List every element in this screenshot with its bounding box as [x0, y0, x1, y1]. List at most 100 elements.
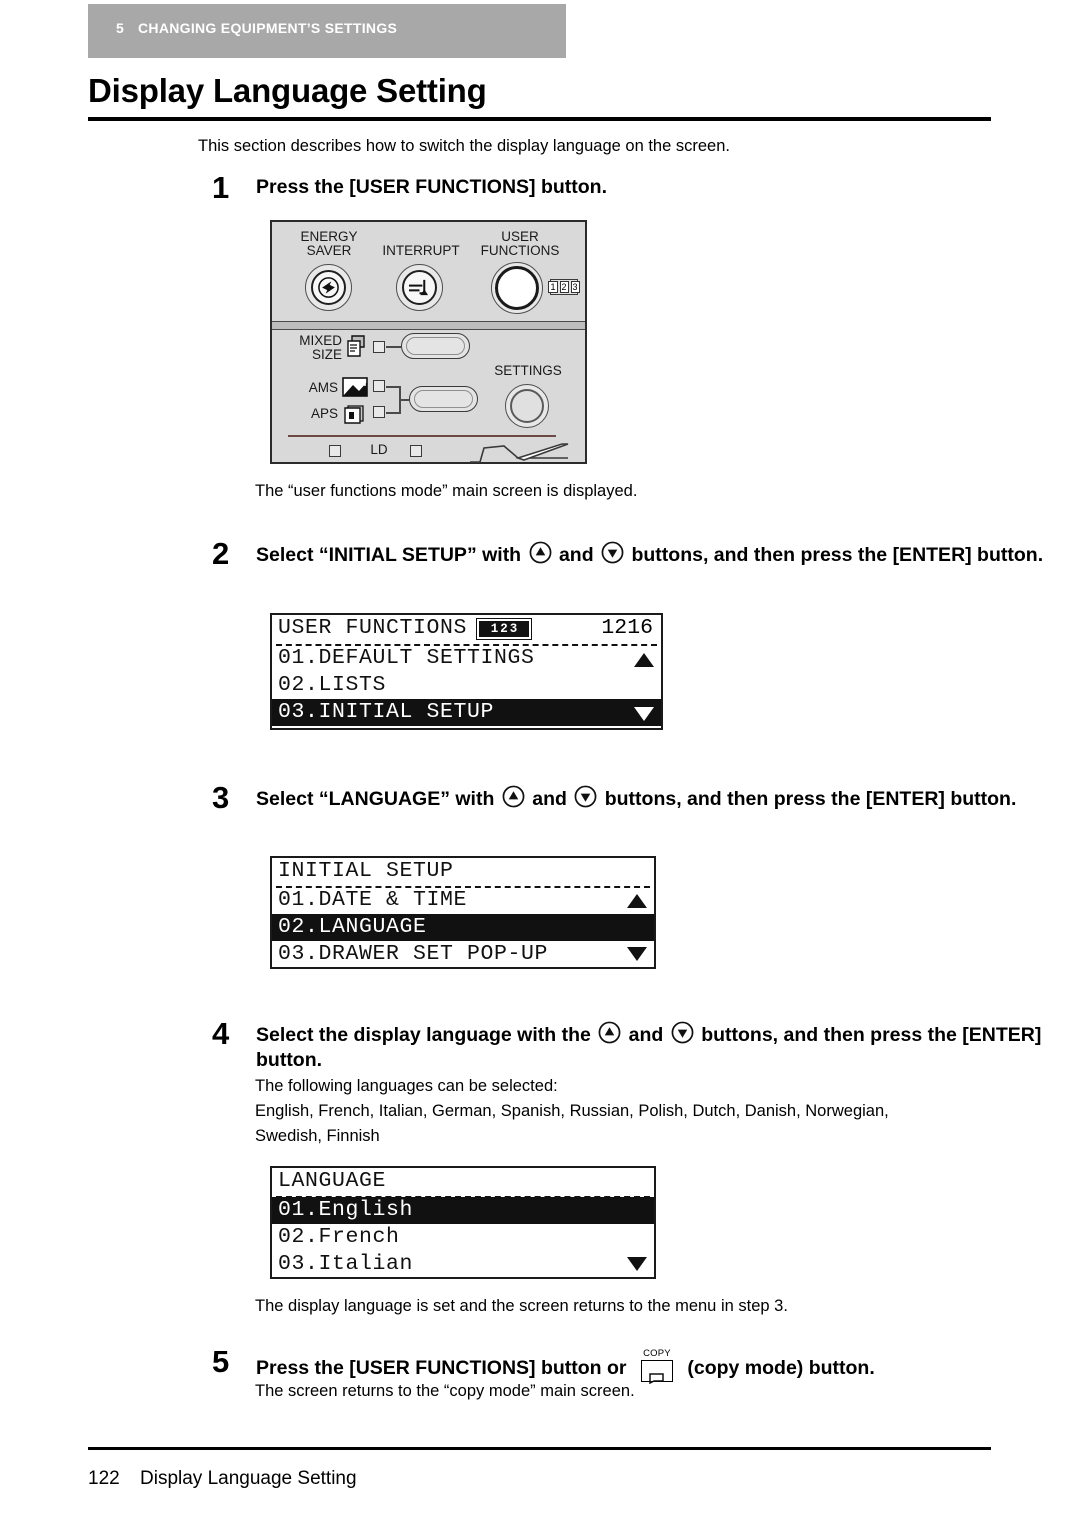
- step-5-heading: Press the [USER FUNCTIONS] button or COP…: [256, 1348, 1046, 1385]
- step-4-heading: Select the display language with the and…: [256, 1021, 1046, 1072]
- lcd1-row-3-selected[interactable]: 03.INITIAL SETUP: [272, 699, 661, 726]
- lcd1-counter-value: 1216: [601, 616, 653, 640]
- aps-led: [373, 406, 385, 418]
- lcd3-row-1-selected[interactable]: 01.English: [272, 1197, 654, 1224]
- footer-divider: [88, 1447, 991, 1450]
- lcd1-badge-digit-3: 3: [509, 621, 518, 636]
- lcd3-scroll-down-icon[interactable]: [627, 1257, 647, 1271]
- panel-bottom-rule: [288, 435, 556, 437]
- badge-digit-3: 3: [570, 281, 580, 293]
- step-4-after-caption: The display language is set and the scre…: [255, 1297, 788, 1315]
- energy-saver-label-line2: SAVER: [306, 243, 352, 258]
- chapter-number: 5: [116, 20, 124, 36]
- footer-section-title: Display Language Setting: [140, 1468, 357, 1489]
- mixed-size-wire: [386, 346, 401, 348]
- lcd3-row-3[interactable]: 03.Italian: [272, 1251, 654, 1278]
- step-4-heading-part1: Select the display language with the: [256, 1024, 591, 1046]
- step-3-number: 3: [212, 780, 230, 815]
- chapter-title: CHANGING EQUIPMENT’S SETTINGS: [138, 20, 398, 36]
- step-4-caption-line3: Swedish, Finnish: [255, 1127, 380, 1145]
- step-2-heading: Select “INITIAL SETUP” with and buttons,…: [256, 541, 1046, 568]
- step-5-heading-part1: Press the [USER FUNCTIONS] button or: [256, 1357, 627, 1379]
- ld-led-right: [410, 445, 422, 457]
- settings-label: SETTINGS: [494, 363, 562, 378]
- lcd2-title: INITIAL SETUP: [278, 859, 454, 883]
- footer-page-number: 122: [88, 1468, 120, 1489]
- ams-aps-button[interactable]: [409, 386, 478, 412]
- ams-led: [373, 380, 385, 392]
- mixed-size-label-line2: SIZE: [311, 347, 342, 362]
- mixed-size-button[interactable]: [401, 333, 470, 359]
- copy-icon-glyph: [649, 1366, 664, 1385]
- ams-label: AMS: [308, 380, 338, 395]
- lcd2-row-1[interactable]: 01.DATE & TIME: [272, 887, 654, 914]
- step-1-number: 1: [212, 170, 230, 205]
- ld-label: LD: [370, 442, 388, 457]
- up-arrow-icon: [529, 541, 552, 564]
- step-4-caption-line2: English, French, Italian, German, Spanis…: [255, 1102, 889, 1120]
- step-4-number: 4: [212, 1016, 230, 1051]
- lcd1-row-1[interactable]: 01.DEFAULT SETTINGS: [272, 645, 661, 672]
- ams-wire: [386, 386, 400, 388]
- step-3-heading-part1: Select “LANGUAGE” with: [256, 788, 495, 810]
- copy-mode-button-icon[interactable]: COPY: [636, 1348, 678, 1385]
- lcd1-scroll-down-icon[interactable]: [634, 707, 654, 721]
- lcd3-title: LANGUAGE: [278, 1169, 387, 1193]
- step-4-heading-part2: and: [628, 1024, 664, 1046]
- step-5-caption: The screen returns to the “copy mode” ma…: [255, 1382, 635, 1400]
- lcd-screen-language: LANGUAGE 01.English 02.French 03.Italian: [270, 1166, 656, 1279]
- lcd1-counter-badge-icon: 1 2 3: [476, 618, 532, 640]
- lcd3-row-2[interactable]: 02.French: [272, 1224, 654, 1251]
- aps-wire: [386, 412, 400, 414]
- lcd1-badge-digit-1: 1: [490, 621, 499, 636]
- lcd3-scroll-up-icon[interactable]: [627, 1204, 647, 1218]
- down-arrow-icon: [671, 1021, 694, 1044]
- aps-icon: [342, 402, 368, 424]
- step-1-heading: Press the [USER FUNCTIONS] button.: [256, 176, 608, 198]
- badge-digit-1: 1: [548, 281, 558, 293]
- step-3-heading-part2: and: [532, 788, 567, 810]
- page-title: Display Language Setting: [88, 72, 487, 109]
- lcd2-row-3[interactable]: 03.DRAWER SET POP-UP: [272, 941, 654, 968]
- lcd-screen-initial-setup: INITIAL SETUP 01.DATE & TIME 02.LANGUAGE…: [270, 856, 656, 969]
- user-functions-label-line2: FUNCTIONS: [480, 243, 560, 258]
- step-2-heading-part3: buttons, and then press the [ENTER] butt…: [631, 544, 1044, 566]
- lcd1-row-2[interactable]: 02.LISTS: [272, 672, 661, 699]
- energy-saver-icon: [317, 276, 340, 299]
- step-4-caption-line1: The following languages can be selected:: [255, 1077, 558, 1095]
- badge-digit-2: 2: [559, 281, 569, 293]
- user-functions-button[interactable]: [495, 266, 539, 310]
- mixed-size-icon: [344, 334, 368, 359]
- panel-divider: [272, 321, 585, 330]
- ams-icon: [342, 377, 368, 397]
- step-3-heading-part3: buttons, and then press the [ENTER] butt…: [604, 788, 1017, 810]
- step-2-number: 2: [212, 536, 230, 571]
- lcd2-row-2-selected[interactable]: 02.LANGUAGE: [272, 914, 654, 941]
- mixed-size-led: [373, 341, 385, 353]
- intro-paragraph: This section describes how to switch the…: [198, 137, 730, 155]
- down-arrow-icon: [574, 785, 597, 808]
- control-panel-illustration: ENERGY SAVER INTERRUPT USER FUNCTIONS 1 …: [270, 220, 587, 464]
- copy-icon-label: COPY: [643, 1348, 671, 1359]
- counter-badge-icon: 1 2 3: [548, 279, 580, 295]
- up-arrow-icon: [502, 785, 525, 808]
- lcd2-scroll-down-icon[interactable]: [627, 947, 647, 961]
- aps-label: APS: [310, 406, 338, 421]
- lcd1-badge-digit-2: 2: [500, 621, 508, 636]
- ld-led-left: [329, 445, 341, 457]
- lcd2-scroll-up-icon[interactable]: [627, 894, 647, 908]
- step-1-caption: The “user functions mode” main screen is…: [255, 482, 638, 500]
- settings-button[interactable]: [510, 389, 544, 423]
- step-2-heading-part1: Select “INITIAL SETUP” with: [256, 544, 522, 566]
- down-arrow-icon: [601, 541, 624, 564]
- title-divider: [88, 117, 991, 121]
- up-arrow-icon: [598, 1021, 621, 1044]
- step-5-heading-part2: (copy mode) button.: [687, 1357, 875, 1379]
- lcd1-scroll-up-icon[interactable]: [634, 653, 654, 667]
- interrupt-icon: [407, 277, 432, 298]
- ams-aps-bracket-stem: [400, 399, 409, 401]
- chapter-header-bar: 5 CHANGING EQUIPMENT’S SETTINGS: [88, 4, 566, 58]
- step-3-heading: Select “LANGUAGE” with and buttons, and …: [256, 785, 1046, 812]
- paper-feed-icon: [470, 438, 570, 464]
- lcd-screen-user-functions: USER FUNCTIONS 1 2 3 1216 01.DEFAULT SET…: [270, 613, 663, 730]
